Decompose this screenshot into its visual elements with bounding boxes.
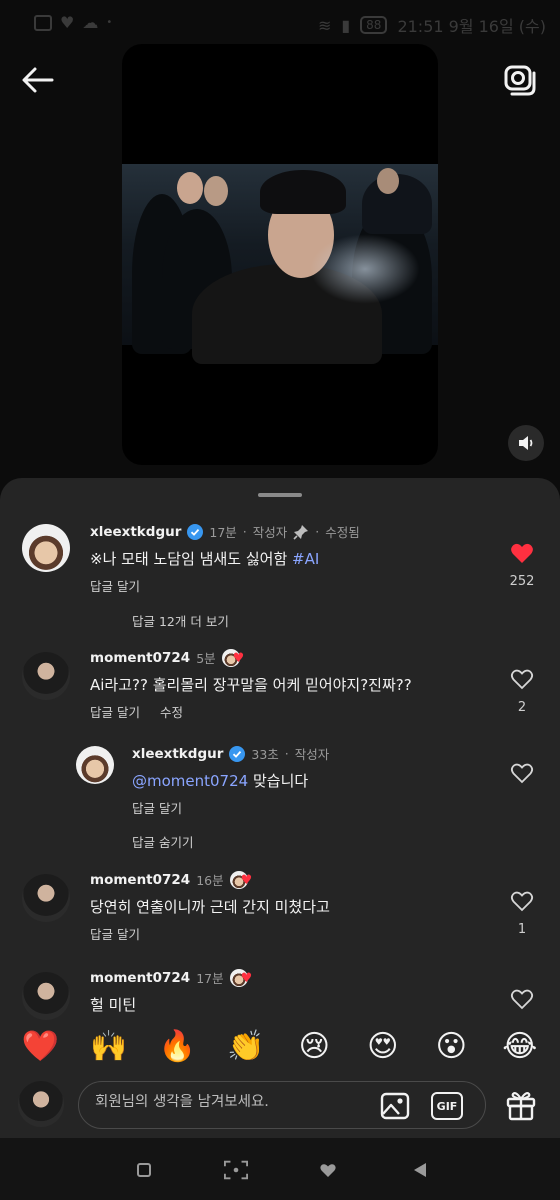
avatar[interactable] bbox=[22, 874, 70, 922]
like-button[interactable]: 2 bbox=[502, 668, 542, 715]
author-tag: 작성자 bbox=[294, 747, 330, 762]
creator-liked-badge: ♥ bbox=[221, 648, 246, 667]
author-tag: 작성자 bbox=[252, 525, 288, 540]
reaction-laughing[interactable]: 😂 bbox=[500, 1029, 540, 1064]
hide-replies-link[interactable]: 답글 숨기기 bbox=[132, 832, 193, 851]
comment-time: 16분 bbox=[196, 873, 224, 888]
speaker-icon bbox=[519, 436, 533, 450]
heart-outline-icon bbox=[510, 763, 534, 784]
comment-username[interactable]: moment0724 bbox=[90, 650, 190, 666]
like-button[interactable] bbox=[502, 988, 542, 1014]
avatar[interactable] bbox=[22, 652, 70, 700]
heart-outline-icon bbox=[510, 669, 534, 690]
avatar[interactable] bbox=[22, 524, 70, 572]
cloud-icon: ☁ bbox=[82, 13, 99, 32]
dot-icon: • bbox=[106, 17, 113, 28]
gift-button[interactable] bbox=[504, 1088, 538, 1122]
verified-badge-icon bbox=[187, 523, 204, 540]
comment-time: 33초 bbox=[251, 747, 279, 762]
reaction-clap[interactable]: 👏 bbox=[226, 1029, 266, 1064]
comment-text: ※나 모태 노담임 냄새도 싫어함 #AI bbox=[90, 550, 320, 568]
comment-username[interactable]: xleextkdgur bbox=[132, 746, 223, 762]
like-button[interactable] bbox=[502, 762, 542, 788]
status-time: 21:51 9월 16일 (수) bbox=[397, 17, 546, 36]
pin-icon bbox=[293, 524, 309, 540]
hashtag-link[interactable]: #AI bbox=[292, 550, 319, 568]
reaction-heart[interactable]: ❤️ bbox=[20, 1029, 60, 1064]
heart-outline-icon bbox=[510, 891, 534, 912]
camera-icon bbox=[504, 65, 536, 96]
comment-input-bar: GIF bbox=[0, 1076, 560, 1136]
my-avatar bbox=[18, 1081, 64, 1127]
edited-label: 수정됨 bbox=[325, 525, 360, 540]
comment-time: 5분 bbox=[196, 651, 216, 666]
signal-icon: ▮ bbox=[341, 15, 351, 35]
comment-username[interactable]: moment0724 bbox=[90, 872, 190, 888]
image-icon bbox=[380, 1092, 410, 1120]
recents-button[interactable] bbox=[132, 1158, 156, 1182]
reaction-fire[interactable]: 🔥 bbox=[157, 1029, 197, 1064]
camera-button[interactable] bbox=[500, 60, 538, 98]
like-count: 2 bbox=[517, 700, 527, 715]
reel-video[interactable] bbox=[122, 44, 438, 465]
comment-input-container: GIF bbox=[78, 1081, 486, 1129]
avatar[interactable] bbox=[22, 972, 70, 1020]
back-nav-button[interactable] bbox=[408, 1158, 432, 1182]
triangle-back-icon bbox=[414, 1163, 426, 1177]
avatar[interactable] bbox=[76, 746, 114, 784]
like-button[interactable]: 252 bbox=[502, 542, 542, 589]
screenshot-button[interactable] bbox=[224, 1158, 248, 1182]
reaction-crying[interactable]: 😢 bbox=[294, 1029, 334, 1064]
comment-username[interactable]: xleextkdgur bbox=[90, 524, 181, 540]
heart-outline-icon bbox=[510, 989, 534, 1010]
video-frame bbox=[122, 164, 438, 364]
comment-input[interactable] bbox=[95, 1094, 375, 1110]
verified-badge-icon bbox=[229, 745, 246, 762]
comment-username[interactable]: moment0724 bbox=[90, 970, 190, 986]
back-button[interactable] bbox=[18, 60, 58, 100]
gif-button[interactable]: GIF bbox=[431, 1092, 463, 1120]
comment-time: 17분 bbox=[209, 525, 237, 540]
status-bar: ♥ ☁ • ≋ ▮ 88 21:51 9월 16일 (수) bbox=[0, 0, 560, 46]
reply-button[interactable]: 답글 달기 bbox=[90, 924, 140, 943]
sheet-drag-handle[interactable] bbox=[258, 493, 302, 497]
screenshot-icon bbox=[34, 14, 52, 31]
like-button[interactable]: 1 bbox=[502, 890, 542, 937]
arrow-left-icon bbox=[22, 67, 54, 93]
comment-text: Ai라고?? 홀리몰리 장꾸말을 어케 믿어야지?진짜?? bbox=[90, 676, 412, 694]
reaction-raised-hands[interactable]: 🙌 bbox=[89, 1029, 129, 1064]
reaction-heart-eyes[interactable]: 😍 bbox=[363, 1029, 403, 1064]
like-count: 252 bbox=[509, 574, 535, 589]
comment-text: 당연히 연출이니까 근데 간지 미쳤다고 bbox=[90, 898, 330, 916]
view-more-replies-link[interactable]: 답글 12개 더 보기 bbox=[132, 611, 229, 630]
comment-time: 17분 bbox=[196, 971, 224, 986]
reply-button[interactable]: 답글 달기 bbox=[90, 702, 140, 721]
heart-filled-icon bbox=[511, 543, 533, 563]
heart-status-icon: ♥ bbox=[60, 13, 75, 32]
heart-home-icon bbox=[320, 1163, 336, 1177]
quick-reactions-bar: ❤️ 🙌 🔥 👏 😢 😍 😮 😂 bbox=[0, 1026, 560, 1066]
edit-button[interactable]: 수정 bbox=[160, 702, 183, 721]
system-navigation-bar bbox=[0, 1138, 560, 1200]
home-button[interactable] bbox=[316, 1158, 340, 1182]
creator-liked-badge: ♥ bbox=[229, 968, 254, 987]
image-button[interactable] bbox=[379, 1090, 411, 1122]
reply-button[interactable]: 답글 달기 bbox=[90, 576, 140, 595]
mute-button[interactable] bbox=[508, 425, 544, 461]
comment-text: @moment0724 맞습니다 bbox=[132, 772, 309, 790]
mention-link[interactable]: @moment0724 bbox=[132, 772, 248, 790]
like-count: 1 bbox=[517, 922, 527, 937]
reaction-surprised[interactable]: 😮 bbox=[431, 1029, 471, 1064]
capture-frame-icon bbox=[224, 1160, 248, 1180]
creator-liked-badge: ♥ bbox=[229, 870, 254, 889]
comment-text: 헐 미틴 bbox=[90, 996, 137, 1014]
wifi-icon: ≋ bbox=[317, 15, 332, 35]
battery-indicator: 88 bbox=[360, 16, 388, 34]
square-icon bbox=[137, 1163, 151, 1177]
gift-icon bbox=[506, 1092, 536, 1121]
reply-button[interactable]: 답글 달기 bbox=[132, 798, 182, 817]
